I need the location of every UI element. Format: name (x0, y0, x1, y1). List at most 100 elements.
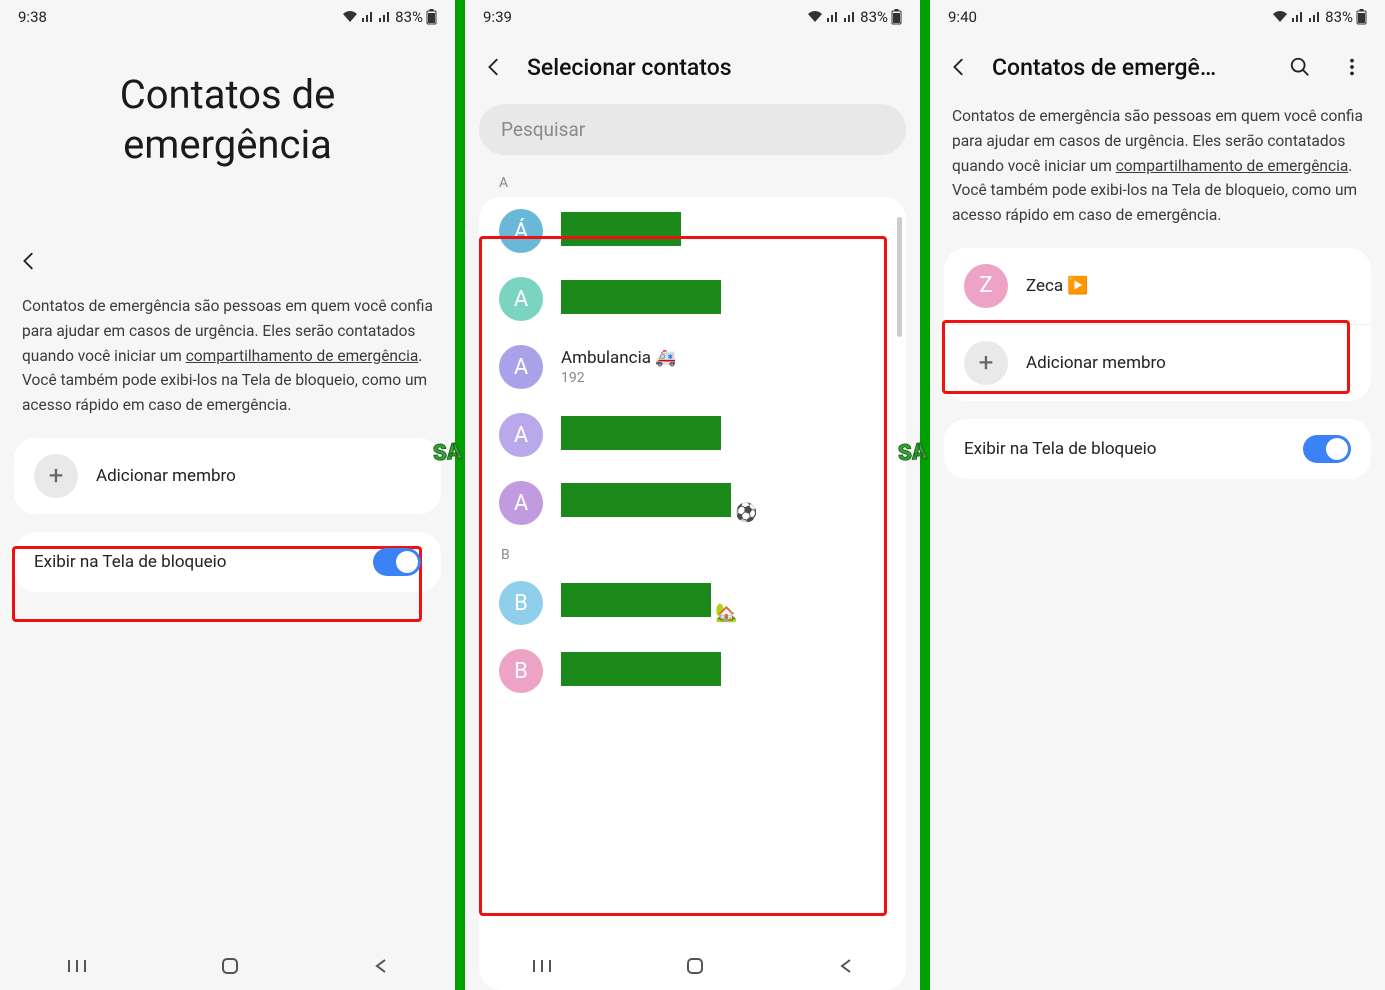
android-navbar (465, 946, 920, 990)
redacted-name (561, 652, 721, 686)
signal-icon-2 (1308, 11, 1322, 23)
section-header-b: B (479, 537, 906, 569)
contact-number: 192 (561, 370, 886, 386)
appbar: Selecionar contatos (465, 30, 920, 104)
plus-icon: + (964, 341, 1008, 385)
description-text: Contatos de emergência são pessoas em qu… (930, 104, 1385, 248)
avatar: Á (499, 209, 543, 253)
lockscreen-label: Exibir na Tela de bloqueio (964, 439, 1285, 459)
contact-row[interactable]: B (479, 637, 906, 705)
screen-emergency-contacts-list: 9:40 83% Contatos de emergê… Contatos de… (930, 0, 1385, 990)
signal-icon-2 (843, 11, 857, 23)
lockscreen-card: Exibir na Tela de bloqueio (944, 419, 1371, 479)
status-icons: 83% (342, 8, 437, 26)
status-bar: 9:38 83% (0, 0, 455, 30)
description-text: Contatos de emergência são pessoas em qu… (0, 294, 455, 438)
scrollbar[interactable] (897, 217, 902, 337)
contact-row[interactable]: A (479, 401, 906, 469)
status-time: 9:38 (18, 8, 47, 26)
house-icon: 🏡 (715, 602, 737, 623)
add-member-label: Adicionar membro (1026, 353, 1351, 373)
emergency-share-link[interactable]: compartilhamento de emergência (186, 347, 419, 365)
signal-icon (826, 11, 840, 23)
avatar: B (499, 581, 543, 625)
redacted-name (561, 583, 711, 617)
status-time: 9:40 (948, 8, 977, 26)
page-title: Contatos de emergência (0, 30, 455, 250)
toggle-switch[interactable] (373, 548, 421, 576)
appbar-title: Selecionar contatos (527, 54, 906, 81)
screenshot-divider (920, 0, 930, 990)
contact-row[interactable]: A ⚽ (479, 469, 906, 537)
emergency-share-link[interactable]: compartilhamento de emergência (1116, 157, 1349, 175)
contact-list[interactable]: Á A A Ambulancia 🚑 192 A A ⚽ (479, 197, 906, 990)
wifi-icon (342, 11, 358, 23)
avatar: Z (964, 264, 1008, 308)
back-button[interactable] (475, 48, 513, 86)
recents-button[interactable] (532, 958, 552, 978)
screen-select-contacts: 9:39 83% Selecionar contatos Pesquisar A… (465, 0, 920, 990)
back-nav-button[interactable] (838, 958, 854, 978)
redacted-name (561, 212, 681, 246)
appbar-title: Contatos de emergê… (992, 54, 1267, 81)
signal-icon (361, 11, 375, 23)
wifi-icon (807, 11, 823, 23)
home-button[interactable] (685, 956, 705, 980)
battery-percent: 83% (860, 8, 888, 26)
battery-icon (891, 9, 902, 25)
signal-icon (1291, 11, 1305, 23)
lockscreen-card: Exibir na Tela de bloqueio (14, 532, 441, 592)
contact-row[interactable]: A (479, 265, 906, 333)
status-time: 9:39 (483, 8, 512, 26)
status-icons: 83% (807, 8, 902, 26)
contact-name: Ambulancia 🚑 (561, 348, 886, 368)
status-bar: 9:40 83% (930, 0, 1385, 30)
wifi-icon (1272, 11, 1288, 23)
contact-row[interactable]: Á (479, 197, 906, 265)
add-member-label: Adicionar membro (96, 466, 421, 486)
avatar: A (499, 413, 543, 457)
contact-row[interactable]: B 🏡 (479, 569, 906, 637)
back-nav-button[interactable] (373, 958, 389, 978)
appbar: Contatos de emergê… (930, 30, 1385, 104)
home-button[interactable] (220, 956, 240, 980)
redacted-name (561, 280, 721, 314)
members-card: Z Zeca ▶️ + Adicionar membro (944, 248, 1371, 401)
recents-button[interactable] (67, 958, 87, 978)
search-button[interactable] (1281, 48, 1319, 86)
search-input[interactable]: Pesquisar (479, 104, 906, 155)
plus-icon: + (34, 454, 78, 498)
avatar: A (499, 345, 543, 389)
add-member-row[interactable]: + Adicionar membro (944, 324, 1371, 401)
members-card: + Adicionar membro (14, 438, 441, 514)
avatar: A (499, 277, 543, 321)
toggle-switch[interactable] (1303, 435, 1351, 463)
search-placeholder: Pesquisar (501, 118, 585, 141)
add-member-row[interactable]: + Adicionar membro (14, 438, 441, 514)
battery-icon (426, 9, 437, 25)
soccer-icon: ⚽ (735, 502, 757, 523)
status-bar: 9:39 83% (465, 0, 920, 30)
section-header-a: A (465, 165, 920, 197)
redacted-name (561, 416, 721, 450)
battery-percent: 83% (1325, 8, 1353, 26)
lockscreen-toggle-row[interactable]: Exibir na Tela de bloqueio (14, 532, 441, 592)
more-button[interactable] (1333, 48, 1371, 86)
status-icons: 83% (1272, 8, 1367, 26)
avatar: A (499, 481, 543, 525)
signal-icon-2 (378, 11, 392, 23)
screenshot-divider (455, 0, 465, 990)
lockscreen-toggle-row[interactable]: Exibir na Tela de bloqueio (944, 419, 1371, 479)
contact-row[interactable]: Z Zeca ▶️ (944, 248, 1371, 324)
battery-percent: 83% (395, 8, 423, 26)
avatar: B (499, 649, 543, 693)
contact-name: Zeca ▶️ (1026, 276, 1351, 296)
contact-row[interactable]: A Ambulancia 🚑 192 (479, 333, 906, 401)
lockscreen-label: Exibir na Tela de bloqueio (34, 552, 355, 572)
back-button[interactable] (0, 250, 455, 294)
back-button[interactable] (940, 48, 978, 86)
battery-icon (1356, 9, 1367, 25)
redacted-name (561, 483, 731, 517)
screen-emergency-contacts-intro: 9:38 83% Contatos de emergência Contatos… (0, 0, 455, 990)
android-navbar (0, 946, 455, 990)
